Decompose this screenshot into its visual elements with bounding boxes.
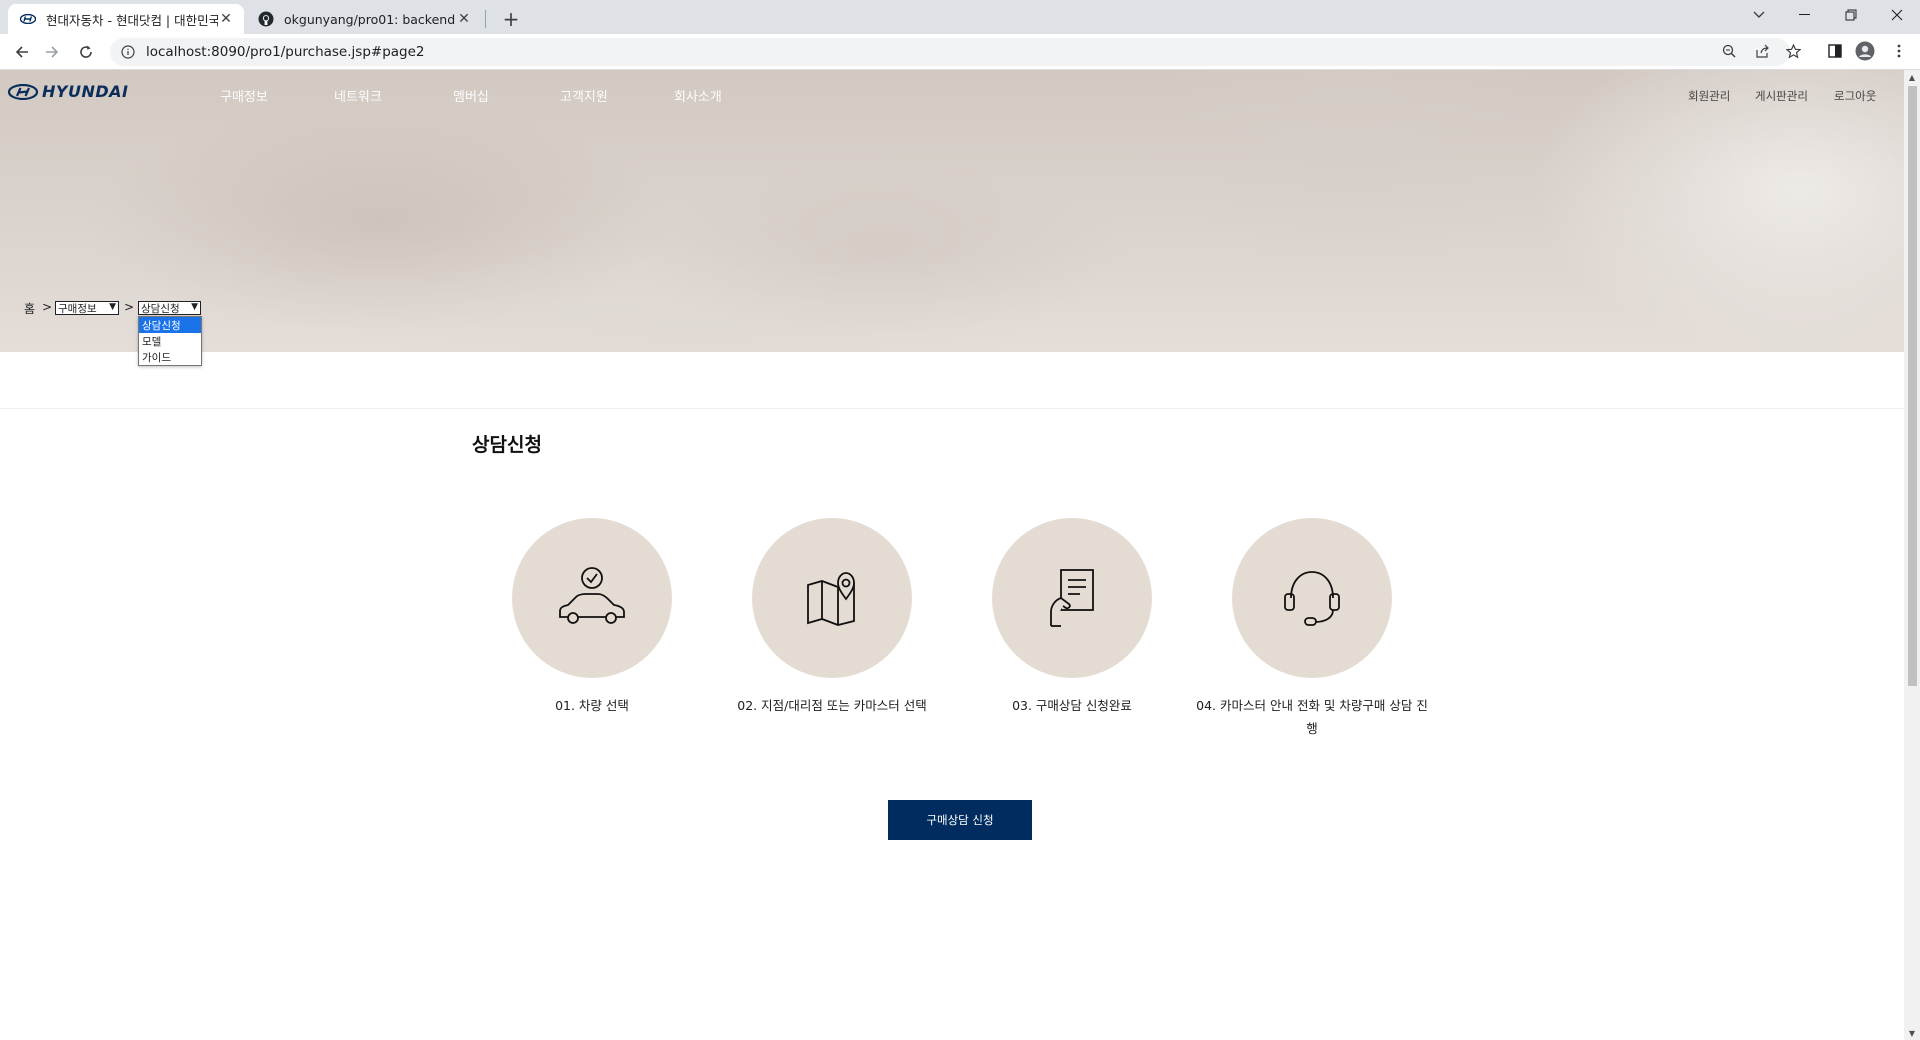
back-icon[interactable] — [8, 38, 36, 66]
util-board-admin-link[interactable]: 게시판관리 — [1755, 88, 1808, 104]
browser-tab-active[interactable]: 현대자동차 - 현대닷컴 | 대한민국 ✕ — [8, 4, 244, 34]
step-label: 02. 지점/대리점 또는 카마스터 선택 — [737, 698, 927, 713]
browser-tab-strip: 현대자동차 - 현대닷컴 | 대한민국 ✕ okgunyang/pro01: b… — [0, 0, 1920, 34]
tab-title: okgunyang/pro01: backend proj — [284, 11, 456, 27]
category-select[interactable]: 구매정보 ▼ — [55, 301, 119, 315]
step-label: 04. 카마스터 안내 전화 및 차량구매 상담 진행 — [1196, 698, 1428, 736]
profile-avatar-icon[interactable] — [1852, 38, 1878, 64]
browser-toolbar: localhost:8090/pro1/purchase.jsp#page2 — [0, 34, 1920, 70]
page-select-value: 상담신청 — [141, 302, 180, 315]
tab-title: 현대자동차 - 현대닷컴 | 대한민국 — [46, 12, 218, 28]
dropdown-option-guide[interactable]: 가이드 — [139, 349, 201, 365]
document-hand-icon — [1050, 569, 1094, 627]
browser-menu-icon[interactable] — [1886, 38, 1912, 64]
category-select-value: 구매정보 — [58, 302, 97, 315]
nav-item-purchase-info[interactable]: 구매정보 — [220, 86, 268, 105]
url-text: localhost:8090/pro1/purchase.jsp#page2 — [146, 44, 425, 60]
page-select[interactable]: 상담신청 ▼ — [138, 301, 201, 315]
scrollbar-thumb[interactable] — [1908, 86, 1917, 686]
bookmark-star-icon[interactable] — [1780, 38, 1806, 64]
util-logout-link[interactable]: 로그아웃 — [1834, 88, 1876, 104]
reload-icon[interactable] — [72, 38, 100, 66]
hero-banner — [0, 70, 1904, 352]
headset-icon — [1284, 571, 1340, 626]
step-label: 03. 구매상담 신청완료 — [1012, 698, 1132, 713]
github-icon — [258, 11, 274, 27]
minimize-icon[interactable] — [1782, 0, 1828, 30]
address-bar[interactable]: localhost:8090/pro1/purchase.jsp#page2 — [110, 38, 1790, 66]
close-window-icon[interactable] — [1874, 0, 1920, 30]
breadcrumb-divider — [0, 408, 1904, 409]
page-title: 상담신청 — [472, 434, 542, 456]
step-item: 01. 차량 선택 — [472, 518, 712, 717]
hyundai-emblem-icon — [8, 83, 38, 100]
step-item: 02. 지점/대리점 또는 카마스터 선택 — [712, 518, 952, 717]
page-select-dropdown: 상담신청 모델 가이드 — [138, 316, 202, 366]
tab-close-icon[interactable]: ✕ — [456, 11, 472, 27]
nav-item-customer-support[interactable]: 고객지원 — [560, 86, 608, 105]
site-info-icon[interactable] — [120, 44, 136, 60]
chevron-down-icon: ▼ — [109, 302, 116, 312]
breadcrumb-separator: > — [124, 300, 135, 314]
hyundai-logo-icon — [20, 11, 36, 27]
side-panel-icon[interactable] — [1822, 38, 1848, 64]
map-pin-icon — [807, 572, 855, 626]
browser-tab-inactive[interactable]: okgunyang/pro01: backend proj ✕ — [246, 4, 482, 34]
breadcrumb-home[interactable]: 홈 — [24, 300, 35, 317]
nav-item-company[interactable]: 회사소개 — [674, 86, 722, 105]
share-icon[interactable] — [1749, 38, 1775, 64]
purchase-consult-button[interactable]: 구매상담 신청 — [888, 800, 1032, 840]
new-tab-icon[interactable]: + — [498, 6, 524, 32]
step-item: 04. 카마스터 안내 전화 및 차량구매 상담 진행 — [1192, 518, 1432, 740]
tab-divider — [485, 10, 486, 28]
scroll-up-icon[interactable]: ▲ — [1904, 70, 1920, 84]
step-item: 03. 구매상담 신청완료 — [952, 518, 1192, 717]
hyundai-logo[interactable]: HYUNDAI — [8, 82, 128, 101]
scroll-down-icon[interactable]: ▼ — [1904, 1026, 1920, 1040]
util-member-admin-link[interactable]: 회원관리 — [1688, 88, 1730, 104]
tab-close-icon[interactable]: ✕ — [218, 11, 234, 27]
car-check-icon — [559, 567, 625, 624]
logo-text: HYUNDAI — [42, 82, 129, 101]
step-circle — [752, 518, 912, 678]
tab-search-chevron-icon[interactable] — [1736, 0, 1782, 30]
step-label: 01. 차량 선택 — [555, 698, 629, 713]
step-circle — [512, 518, 672, 678]
step-circle — [1232, 518, 1392, 678]
zoom-icon[interactable] — [1716, 38, 1742, 64]
breadcrumb-separator: > — [42, 300, 53, 314]
nav-item-membership[interactable]: 멤버십 — [453, 86, 489, 105]
dropdown-option-consult[interactable]: 상담신청 — [139, 317, 201, 333]
nav-item-network[interactable]: 네트워크 — [334, 86, 382, 105]
dropdown-option-model[interactable]: 모델 — [139, 333, 201, 349]
restore-icon[interactable] — [1828, 0, 1874, 30]
page-scrollbar[interactable]: ▲ ▼ — [1904, 70, 1920, 1040]
step-circle — [992, 518, 1152, 678]
chevron-down-icon: ▼ — [191, 302, 198, 312]
forward-icon[interactable] — [38, 38, 66, 66]
